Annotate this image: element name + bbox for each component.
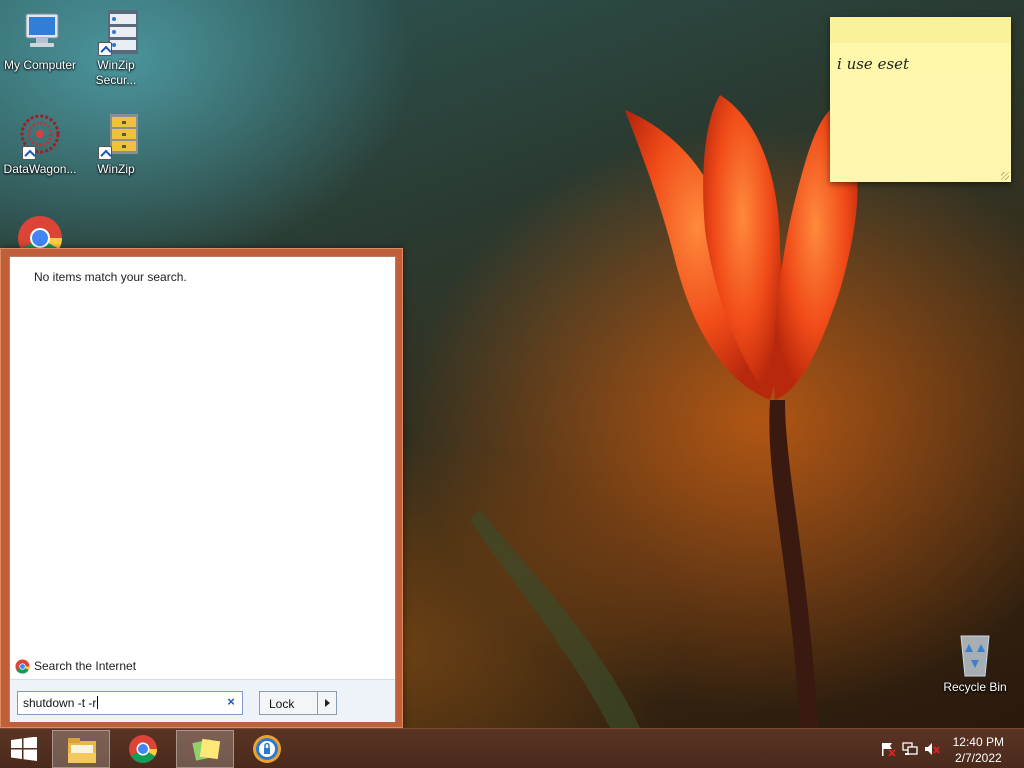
chrome-icon	[15, 658, 30, 674]
taskbar-chrome[interactable]	[114, 730, 172, 768]
sticky-note-title-bar[interactable]	[830, 17, 1011, 43]
search-internet-link[interactable]: Search the Internet	[15, 658, 136, 674]
clock[interactable]: 12:40 PM 2/7/2022	[953, 734, 1004, 766]
taskbar: 12:40 PM 2/7/2022	[0, 728, 1024, 768]
desktop-icon-label: WinZip Secur...	[95, 58, 137, 87]
clock-date: 2/7/2022	[954, 751, 1002, 765]
taskbar-secure-browser[interactable]	[238, 730, 296, 768]
winzip-secure-icon	[92, 8, 140, 56]
desktop-icon-label: WinZip	[97, 162, 135, 176]
shortcut-arrow-icon	[22, 146, 36, 160]
system-tray: 12:40 PM 2/7/2022	[864, 729, 1024, 768]
datawagon-icon	[16, 112, 64, 160]
desktop-icon-recycle-bin[interactable]: Recycle Bin	[935, 630, 1015, 695]
secure-browser-icon	[253, 735, 281, 763]
power-options-arrow-icon[interactable]	[317, 691, 337, 715]
no-results-message: No items match your search.	[34, 270, 187, 284]
action-center-flag-icon[interactable]	[880, 742, 896, 756]
lock-button[interactable]: Lock	[259, 691, 318, 715]
sticky-note-text[interactable]: i use eset	[837, 55, 909, 73]
start-button[interactable]	[0, 730, 58, 768]
sticky-notes-icon	[192, 738, 221, 761]
resize-grip-icon[interactable]	[1001, 172, 1009, 180]
taskbar-sticky-notes[interactable]	[176, 730, 234, 768]
search-input[interactable]: shutdown -t -r ×	[17, 691, 243, 715]
taskbar-file-explorer[interactable]	[52, 730, 110, 768]
desktop-icon-my-computer[interactable]: My Computer	[0, 8, 80, 73]
clock-time: 12:40 PM	[952, 735, 1004, 749]
desktop-icon-label: My Computer	[3, 58, 77, 72]
network-icon[interactable]	[902, 742, 918, 756]
search-input-value: shutdown -t -r	[23, 696, 97, 710]
desktop-icon-winzip[interactable]: WinZip	[76, 112, 156, 177]
desktop-icon-label: DataWagon...	[3, 162, 77, 176]
shortcut-arrow-icon	[98, 42, 112, 56]
winzip-icon	[92, 112, 140, 160]
folder-icon	[68, 738, 96, 763]
start-menu-panel: No items match your search. Search the I…	[9, 256, 396, 722]
chrome-icon	[129, 735, 157, 763]
desktop-icon-label: Recycle Bin	[943, 680, 1007, 694]
sticky-note[interactable]: i use eset	[830, 17, 1011, 182]
search-area: shutdown -t -r × Lock	[10, 679, 395, 722]
clear-search-icon[interactable]: ×	[224, 695, 238, 709]
search-internet-label: Search the Internet	[34, 659, 137, 673]
desktop-icon-datawagon[interactable]: DataWagon...	[0, 112, 80, 177]
recycle-bin-icon	[951, 630, 999, 678]
start-menu: No items match your search. Search the I…	[0, 248, 403, 728]
text-caret	[97, 696, 99, 709]
windows-logo-icon	[11, 737, 37, 761]
shortcut-arrow-icon	[98, 146, 112, 160]
my-computer-icon	[16, 8, 64, 56]
desktop-icon-winzip-secure[interactable]: WinZip Secur...	[76, 8, 156, 88]
volume-muted-icon[interactable]	[924, 742, 940, 756]
